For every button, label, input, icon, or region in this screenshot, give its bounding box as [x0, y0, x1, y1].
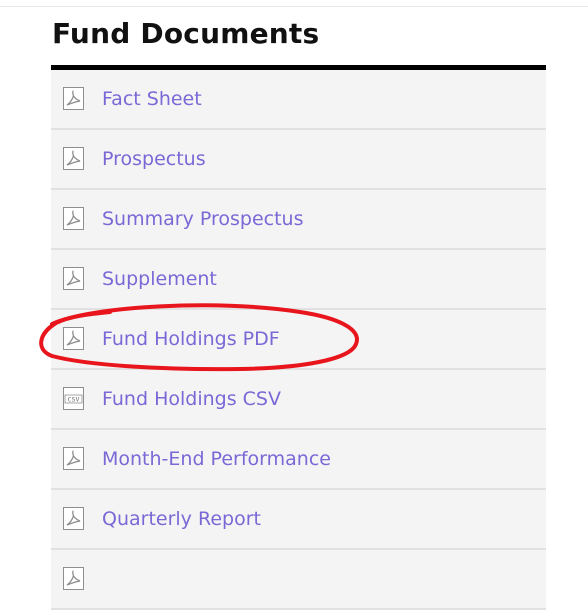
- document-link-prospectus[interactable]: Prospectus: [102, 147, 206, 171]
- top-divider: [0, 6, 588, 7]
- pdf-icon: [63, 87, 84, 110]
- pdf-icon: [63, 567, 84, 590]
- document-link-supplement[interactable]: Supplement: [102, 267, 217, 291]
- csv-icon: CSV: [63, 387, 84, 410]
- document-link-month-end-performance[interactable]: Month-End Performance: [102, 447, 331, 471]
- document-item-supplement[interactable]: Supplement: [51, 250, 546, 310]
- pdf-icon: [63, 327, 84, 350]
- document-link-fund-holdings-csv[interactable]: Fund Holdings CSV: [102, 387, 281, 411]
- document-link-quarterly-report[interactable]: Quarterly Report: [102, 507, 261, 531]
- document-item-fact-sheet[interactable]: Fact Sheet: [51, 70, 546, 130]
- document-list: Fact Sheet Prospectus Summary Prospectus: [51, 70, 546, 610]
- csv-icon-text: CSV: [68, 396, 80, 404]
- document-link-summary-prospectus[interactable]: Summary Prospectus: [102, 207, 304, 231]
- document-item-month-end-performance[interactable]: Month-End Performance: [51, 430, 546, 490]
- pdf-icon: [63, 267, 84, 290]
- document-link-fact-sheet[interactable]: Fact Sheet: [102, 87, 202, 111]
- document-item-fund-holdings-pdf[interactable]: Fund Holdings PDF: [51, 310, 546, 370]
- pdf-icon: [63, 147, 84, 170]
- pdf-icon: [63, 447, 84, 470]
- document-item-quarterly-report[interactable]: Quarterly Report: [51, 490, 546, 550]
- pdf-icon: [63, 207, 84, 230]
- document-item-summary-prospectus[interactable]: Summary Prospectus: [51, 190, 546, 250]
- document-item-partial[interactable]: [51, 550, 546, 610]
- panel-title: Fund Documents: [52, 17, 320, 50]
- document-item-fund-holdings-csv[interactable]: CSV Fund Holdings CSV: [51, 370, 546, 430]
- document-item-prospectus[interactable]: Prospectus: [51, 130, 546, 190]
- document-link-fund-holdings-pdf[interactable]: Fund Holdings PDF: [102, 327, 280, 351]
- pdf-icon: [63, 507, 84, 530]
